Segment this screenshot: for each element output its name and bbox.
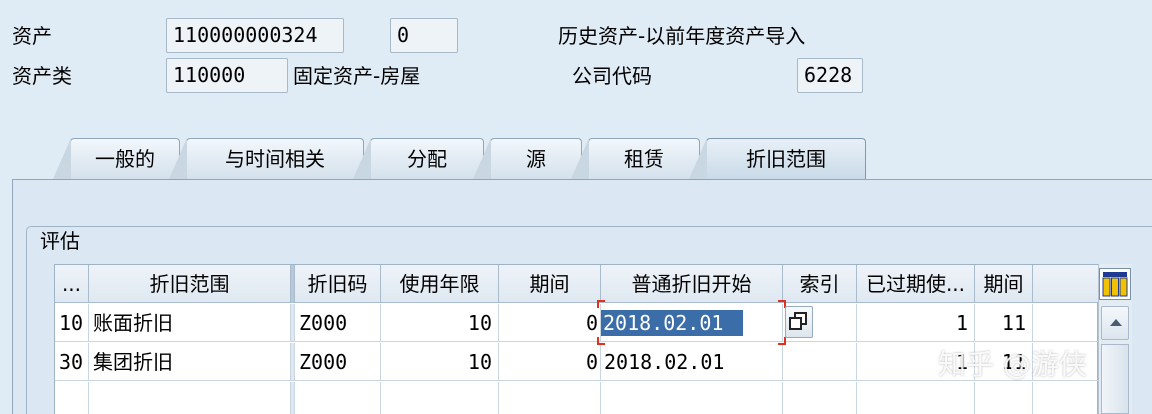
company-code-field[interactable]: 6228 bbox=[797, 58, 863, 93]
tab-general[interactable]: 一般的 bbox=[53, 138, 180, 179]
tab-leasing[interactable]: 租赁 bbox=[571, 138, 700, 179]
column-header-index[interactable]: 索引 bbox=[783, 265, 857, 303]
copy-window-icon bbox=[789, 312, 807, 330]
table-row-1-area-name[interactable]: 账面折旧 bbox=[89, 304, 291, 342]
scroll-thumb[interactable] bbox=[1101, 344, 1129, 414]
valuation-group-title: 评估 bbox=[40, 229, 80, 253]
column-header-periods[interactable]: 期间 bbox=[499, 265, 601, 303]
asset-class-description: 固定资产-房屋 bbox=[293, 64, 421, 88]
column-header-expired-periods[interactable]: 期间 bbox=[975, 265, 1033, 303]
table-row-2-area[interactable]: 30 bbox=[55, 343, 89, 381]
table-row-2-dep-start[interactable]: 2018.02.01 bbox=[601, 343, 783, 381]
asset-number-field[interactable]: 110000000324 bbox=[166, 18, 344, 53]
table-row-1-dep-key[interactable]: Z000 bbox=[295, 304, 381, 342]
table-row-empty bbox=[55, 382, 89, 414]
asset-class-field[interactable]: 110000 bbox=[166, 58, 288, 93]
table-row-2-index[interactable] bbox=[783, 343, 857, 381]
table-row-2-area-name[interactable]: 集团折旧 bbox=[89, 343, 291, 381]
company-code-label: 公司代码 bbox=[572, 64, 652, 88]
focus-corner bbox=[597, 337, 605, 345]
asset-class-label: 资产类 bbox=[12, 64, 72, 88]
table-row-2-useful-life[interactable]: 10 bbox=[381, 343, 499, 381]
asset-label: 资产 bbox=[12, 24, 52, 48]
table-row-1-expired-life[interactable]: 1 bbox=[857, 304, 975, 342]
tab-allocation[interactable]: 分配 bbox=[353, 138, 484, 179]
column-header-useful-life[interactable]: 使用年限 bbox=[381, 265, 499, 303]
table-row-1-dep-start[interactable]: 2018.02.01 bbox=[601, 310, 743, 336]
table-row-empty bbox=[857, 382, 975, 414]
focus-corner bbox=[778, 337, 786, 345]
tab-time-dependent[interactable]: 与时间相关 bbox=[169, 138, 364, 179]
table-row-empty bbox=[975, 382, 1033, 414]
column-config-button[interactable] bbox=[1099, 268, 1131, 300]
table-row-2-periods[interactable]: 0 bbox=[499, 343, 601, 381]
column-header-empty bbox=[1033, 265, 1098, 303]
column-settings-icon bbox=[1102, 272, 1128, 297]
table-row-1-periods[interactable]: 0 bbox=[499, 304, 601, 342]
table-row-empty bbox=[783, 382, 857, 414]
asset-subnumber-field[interactable]: 0 bbox=[390, 18, 458, 53]
column-header-dep-key[interactable]: 折旧码 bbox=[295, 265, 381, 303]
scroll-up-button[interactable] bbox=[1101, 306, 1129, 340]
column-header-dep-start[interactable]: 普通折旧开始 bbox=[601, 265, 783, 303]
table-row-1-useful-life[interactable]: 10 bbox=[381, 304, 499, 342]
asset-description: 历史资产-以前年度资产导入 bbox=[558, 24, 806, 48]
table-row-1-area[interactable]: 10 bbox=[55, 304, 89, 342]
index-button[interactable] bbox=[785, 306, 813, 338]
table-row-empty bbox=[89, 382, 291, 414]
table-row-empty bbox=[381, 382, 499, 414]
table-row-empty bbox=[601, 382, 783, 414]
table-row-empty bbox=[295, 382, 381, 414]
tab-origin[interactable]: 源 bbox=[473, 138, 582, 179]
table-row-2-dep-key[interactable]: Z000 bbox=[295, 343, 381, 381]
watermark: 知乎 @游侠 bbox=[938, 348, 1087, 381]
table-row-1-expired-periods[interactable]: 11 bbox=[975, 304, 1033, 342]
column-header-expired-life[interactable]: 已过期使... bbox=[857, 265, 975, 303]
tab-depreciation-areas[interactable]: 折旧范围 bbox=[689, 138, 866, 181]
column-header-area[interactable]: 折旧范围 bbox=[89, 265, 291, 303]
table-row-empty bbox=[499, 382, 601, 414]
focus-corner bbox=[597, 300, 605, 308]
table-row-1-filler bbox=[1033, 304, 1098, 342]
column-header-area-number[interactable]: ... bbox=[55, 265, 89, 303]
